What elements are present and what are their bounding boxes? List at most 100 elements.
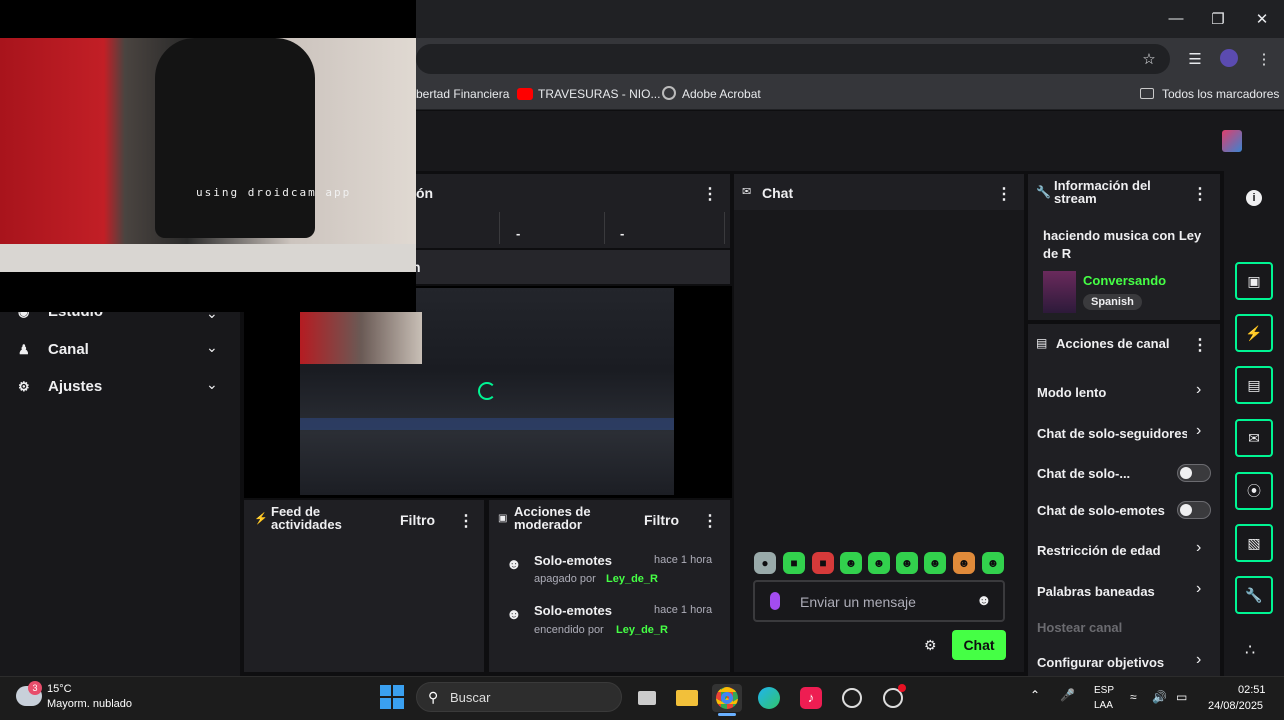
chevron-right-icon[interactable]: ›	[1196, 381, 1201, 399]
stream-tag[interactable]: Spanish	[1083, 294, 1142, 310]
microphone-icon[interactable]	[770, 592, 780, 610]
emote-icon[interactable]: ☻	[868, 552, 890, 574]
emote-icon[interactable]: ■	[783, 552, 805, 574]
wrench-icon[interactable]: 🔧	[1235, 576, 1273, 614]
more-options-icon[interactable]: ⋮	[702, 511, 718, 531]
mod-action-name: Solo-emotes	[534, 553, 613, 568]
sidebar-item-canal[interactable]: ♟ Canal	[18, 341, 89, 358]
emote-icon[interactable]: ■	[812, 552, 834, 574]
windows-start-icon[interactable]	[380, 685, 404, 709]
camera-figure	[155, 38, 315, 238]
emote-icon[interactable]: ●	[754, 552, 776, 574]
bookmark-item[interactable]: Adobe Acrobat	[682, 87, 761, 101]
sidebar-item-ajustes[interactable]: ⚙ Ajustes	[18, 378, 102, 395]
profile-avatar[interactable]	[1220, 49, 1238, 67]
action-subs-only[interactable]: Chat de solo-...	[1037, 466, 1130, 481]
battery-icon[interactable]: ▭	[1176, 690, 1187, 704]
emotes-only-toggle[interactable]	[1177, 501, 1211, 519]
broadcast-icon[interactable]: ⦿	[1235, 472, 1273, 510]
media-control-icon[interactable]: ☰	[1185, 50, 1205, 68]
tray-chevron-icon[interactable]: ⌃	[1030, 688, 1040, 702]
bolt-icon[interactable]: ⚡	[1235, 314, 1273, 352]
address-bar[interactable]	[416, 44, 1170, 74]
mod-action-user[interactable]: Ley_de_R	[616, 624, 668, 636]
action-slow-mode[interactable]: Modo lento	[1037, 385, 1106, 400]
emote-icon[interactable]: ☻	[840, 552, 862, 574]
maps-icon[interactable]	[837, 684, 867, 712]
action-banned-words[interactable]: Palabras baneadas	[1037, 584, 1155, 599]
gear-icon: ⚙	[18, 378, 30, 394]
action-goals[interactable]: Configurar objetivos	[1037, 655, 1164, 670]
restore-icon[interactable]: ❐	[1208, 10, 1228, 28]
more-options-icon[interactable]: ⋮	[1192, 184, 1208, 204]
more-actions-icon[interactable]: ∴	[1245, 640, 1255, 660]
more-options-icon[interactable]: ⋮	[996, 184, 1012, 204]
emote-icon[interactable]: ☻	[982, 552, 1004, 574]
chevron-right-icon[interactable]: ›	[1196, 422, 1201, 440]
minimize-icon[interactable]: —	[1166, 10, 1186, 27]
search-icon: ⚲	[428, 689, 439, 705]
chevron-right-icon[interactable]: ›	[1196, 580, 1201, 598]
more-options-icon[interactable]: ⋮	[458, 511, 474, 531]
chat-icon[interactable]: ✉	[1235, 419, 1273, 457]
notes-icon[interactable]: ▤	[1235, 366, 1273, 404]
sidebar-item-label: Ajustes	[48, 378, 103, 395]
chrome-icon[interactable]	[712, 684, 742, 712]
mod-action-state: encendido por	[534, 624, 604, 636]
divider	[604, 212, 605, 244]
info-icon[interactable]: i	[1246, 190, 1262, 206]
lang-top[interactable]: ESP	[1094, 685, 1114, 696]
mod-action-state: apagado por	[534, 573, 596, 585]
more-options-icon[interactable]: ⋮	[702, 184, 718, 204]
bookmark-star-icon[interactable]: ☆	[1139, 50, 1159, 68]
all-bookmarks[interactable]: Todos los marcadores	[1162, 87, 1279, 101]
mod-action-time: hace 1 hora	[654, 604, 713, 616]
mod-actions-title: Acciones de moderador	[514, 504, 591, 532]
task-view-icon[interactable]	[632, 684, 662, 712]
clock-time[interactable]: 02:51	[1238, 684, 1266, 696]
action-age-restriction[interactable]: Restricción de edad	[1037, 543, 1161, 558]
notification-dot	[898, 684, 906, 692]
chevron-right-icon[interactable]: ›	[1196, 651, 1201, 669]
screenshot-icon[interactable]: ▣	[1235, 262, 1273, 300]
chevron-down-icon[interactable]: ⌄	[206, 376, 218, 393]
emote-picker-icon[interactable]: ☻	[976, 592, 992, 609]
mod-filter-button[interactable]: Filtro	[644, 512, 679, 528]
bookmark-item[interactable]: TRAVESURAS - NIO...	[538, 87, 660, 101]
category-boxart[interactable]	[1043, 271, 1076, 313]
subs-only-toggle[interactable]	[1177, 464, 1211, 482]
taskbar-search[interactable]	[416, 682, 622, 712]
more-options-icon[interactable]: ⋮	[1192, 335, 1208, 355]
weather-desc[interactable]: Mayorm. nublado	[47, 698, 132, 710]
chevron-down-icon[interactable]: ⌄	[206, 339, 218, 356]
app-logo-icon[interactable]	[1222, 130, 1242, 152]
chat-settings-gear-icon[interactable]: ⚙	[924, 637, 937, 654]
file-explorer-icon[interactable]	[672, 684, 702, 712]
mod-action-user[interactable]: Ley_de_R	[606, 573, 658, 585]
emote-icon[interactable]: ☻	[924, 552, 946, 574]
emote-icon[interactable]: ☻	[896, 552, 918, 574]
stream-category[interactable]: Conversando	[1083, 273, 1166, 288]
chat-send-button[interactable]: Chat	[952, 630, 1006, 660]
emote-icon[interactable]: ☻	[953, 552, 975, 574]
wifi-icon[interactable]: ≈	[1130, 690, 1137, 704]
weather-temp[interactable]: 15°C	[47, 683, 72, 695]
layout-icon[interactable]: ▧	[1235, 524, 1273, 562]
action-emotes-only[interactable]: Chat de solo-emotes	[1037, 503, 1165, 518]
tiktok-icon[interactable]: ♪	[796, 684, 826, 712]
edge-icon[interactable]	[754, 684, 784, 712]
channel-actions-icon: ▤	[1036, 336, 1048, 350]
close-icon[interactable]: ✕	[1252, 10, 1272, 28]
chevron-right-icon[interactable]: ›	[1196, 539, 1201, 557]
lang-bottom[interactable]: LAA	[1094, 700, 1113, 711]
bookmark-item[interactable]: bertad Financiera	[416, 87, 509, 101]
action-followers-only[interactable]: Chat de solo-seguidores	[1037, 426, 1187, 441]
mod-action-time: hace 1 hora	[654, 554, 713, 566]
activity-filter-button[interactable]: Filtro	[400, 512, 435, 528]
browser-menu-icon[interactable]: ⋮	[1254, 50, 1274, 68]
volume-icon[interactable]: 🔊	[1152, 690, 1167, 704]
clock-date[interactable]: 24/08/2025	[1208, 700, 1263, 712]
stream-info-title: Información del stream	[1054, 178, 1151, 206]
microphone-tray-icon[interactable]: 🎤	[1060, 688, 1075, 702]
people-icon: ♟	[18, 341, 30, 357]
